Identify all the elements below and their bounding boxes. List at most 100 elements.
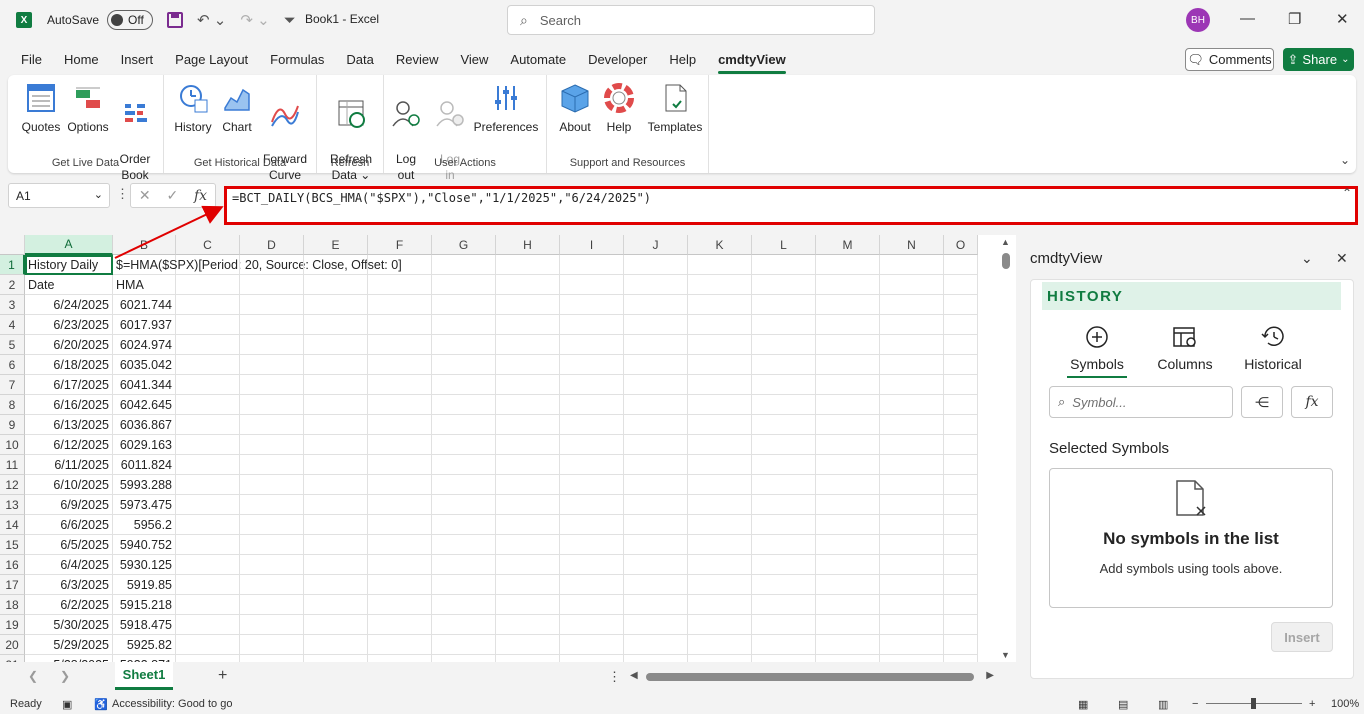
grid-cell[interactable] — [880, 635, 944, 655]
tab-data[interactable]: Data — [335, 44, 384, 74]
templates-button[interactable]: Templates — [645, 81, 705, 135]
grid-cell[interactable] — [880, 315, 944, 335]
insert-button[interactable]: Insert — [1271, 622, 1333, 652]
grid-cell[interactable] — [304, 535, 368, 555]
grid-cell[interactable] — [816, 395, 880, 415]
grid-cell[interactable] — [816, 615, 880, 635]
grid-cell[interactable] — [688, 595, 752, 615]
grid-cell[interactable] — [368, 395, 432, 415]
grid-cell[interactable] — [752, 395, 816, 415]
grid-cell[interactable] — [688, 295, 752, 315]
scroll-up-icon[interactable]: ▲ — [1001, 237, 1010, 247]
redo-icon[interactable]: ↷ ⌄ — [240, 11, 269, 29]
grid-cell[interactable] — [496, 595, 560, 615]
grid-cell[interactable] — [560, 275, 624, 295]
grid-cell[interactable] — [432, 635, 496, 655]
grid-cell[interactable] — [304, 375, 368, 395]
grid-cell[interactable] — [816, 415, 880, 435]
grid-cell[interactable] — [944, 255, 978, 275]
grid-cell[interactable] — [816, 535, 880, 555]
grid-cell[interactable] — [816, 315, 880, 335]
grid-cell[interactable] — [624, 655, 688, 662]
grid-cell[interactable] — [368, 615, 432, 635]
grid-cell[interactable] — [560, 355, 624, 375]
column-header[interactable]: E — [304, 235, 368, 255]
tab-developer[interactable]: Developer — [577, 44, 658, 74]
tab-file[interactable]: File — [10, 44, 53, 74]
grid-cell[interactable]: 5918.475 — [113, 615, 176, 635]
grid-cell[interactable]: 5933.871 — [113, 655, 176, 662]
vertical-scrollbar[interactable]: ▲ ▼ — [996, 235, 1016, 662]
grid-cell[interactable] — [368, 315, 432, 335]
formula-input[interactable]: =BCT_DAILY(BCS_HMA("$SPX"),"Close","1/1/… — [224, 186, 1358, 225]
grid-cell[interactable] — [176, 395, 240, 415]
scroll-right-icon[interactable]: ▶ — [986, 670, 994, 681]
share-symbols-button[interactable]: ⋲ — [1241, 386, 1283, 418]
grid-cell[interactable] — [304, 255, 368, 275]
grid-cell[interactable] — [560, 455, 624, 475]
grid-cell[interactable] — [880, 455, 944, 475]
accessibility-status[interactable]: Accessibility: Good to go — [112, 698, 232, 710]
grid-cell[interactable] — [496, 455, 560, 475]
grid-cell[interactable] — [944, 595, 978, 615]
grid-cell[interactable] — [240, 295, 304, 315]
grid-cell[interactable] — [624, 415, 688, 435]
grid-cell[interactable] — [496, 435, 560, 455]
forward-curve-button[interactable]: Forward Curve — [260, 81, 310, 199]
grid-cell[interactable] — [688, 575, 752, 595]
grid-cell[interactable]: 6/13/2025 — [25, 415, 113, 435]
history-button[interactable]: History — [170, 81, 216, 135]
grid-cell[interactable] — [368, 455, 432, 475]
row-header[interactable]: 4 — [0, 315, 25, 335]
grid-cell[interactable] — [240, 595, 304, 615]
grid-cell[interactable]: 5973.475 — [113, 495, 176, 515]
tab-page-layout[interactable]: Page Layout — [164, 44, 259, 74]
tab-view[interactable]: View — [449, 44, 499, 74]
grid-cell[interactable] — [560, 495, 624, 515]
macro-record-icon[interactable]: ▣ — [62, 698, 72, 711]
grid-cell[interactable] — [240, 355, 304, 375]
grid-cell[interactable] — [880, 295, 944, 315]
grid-cell[interactable] — [432, 475, 496, 495]
grid-cell[interactable] — [368, 435, 432, 455]
customize-qat-icon[interactable]: ⏷ — [284, 12, 296, 29]
restore-icon[interactable]: ❐ — [1288, 10, 1301, 28]
grid-cell[interactable] — [496, 655, 560, 662]
grid-cell[interactable] — [240, 475, 304, 495]
grid-cell[interactable] — [688, 375, 752, 395]
grid-cell[interactable] — [880, 615, 944, 635]
column-header[interactable]: O — [944, 235, 978, 255]
grid-cell[interactable] — [432, 515, 496, 535]
grid-cell[interactable] — [624, 615, 688, 635]
grid-cell[interactable] — [688, 655, 752, 662]
grid-cell[interactable] — [688, 395, 752, 415]
grid-cell[interactable] — [944, 295, 978, 315]
name-box[interactable]: A1 ⌄ — [8, 183, 110, 208]
grid-cell[interactable] — [176, 335, 240, 355]
grid-cell[interactable] — [176, 535, 240, 555]
order-book-button[interactable]: Order Book — [114, 81, 156, 199]
grid-cell[interactable] — [560, 515, 624, 535]
cancel-icon[interactable]: ✕ — [139, 187, 151, 204]
grid-cell[interactable] — [944, 635, 978, 655]
grid-cell[interactable] — [560, 415, 624, 435]
add-sheet-icon[interactable]: + — [218, 667, 227, 685]
grid-cell[interactable] — [240, 415, 304, 435]
row-header[interactable]: 12 — [0, 475, 25, 495]
grid-cell[interactable] — [496, 275, 560, 295]
grid-cell[interactable] — [688, 455, 752, 475]
grid-cell[interactable] — [944, 395, 978, 415]
grid-cell[interactable]: 6/5/2025 — [25, 535, 113, 555]
column-header[interactable]: A — [25, 235, 113, 255]
grid-cell[interactable] — [880, 355, 944, 375]
grid-cell[interactable]: 6041.344 — [113, 375, 176, 395]
grid-cell[interactable] — [368, 655, 432, 662]
grid-cell[interactable] — [304, 315, 368, 335]
grid-cell[interactable] — [880, 375, 944, 395]
grid-cell[interactable] — [816, 555, 880, 575]
grid-cell[interactable] — [944, 495, 978, 515]
grid-cell[interactable] — [816, 375, 880, 395]
grid-cell[interactable] — [880, 535, 944, 555]
grid-cell[interactable] — [240, 555, 304, 575]
grid-cell[interactable]: 6029.163 — [113, 435, 176, 455]
